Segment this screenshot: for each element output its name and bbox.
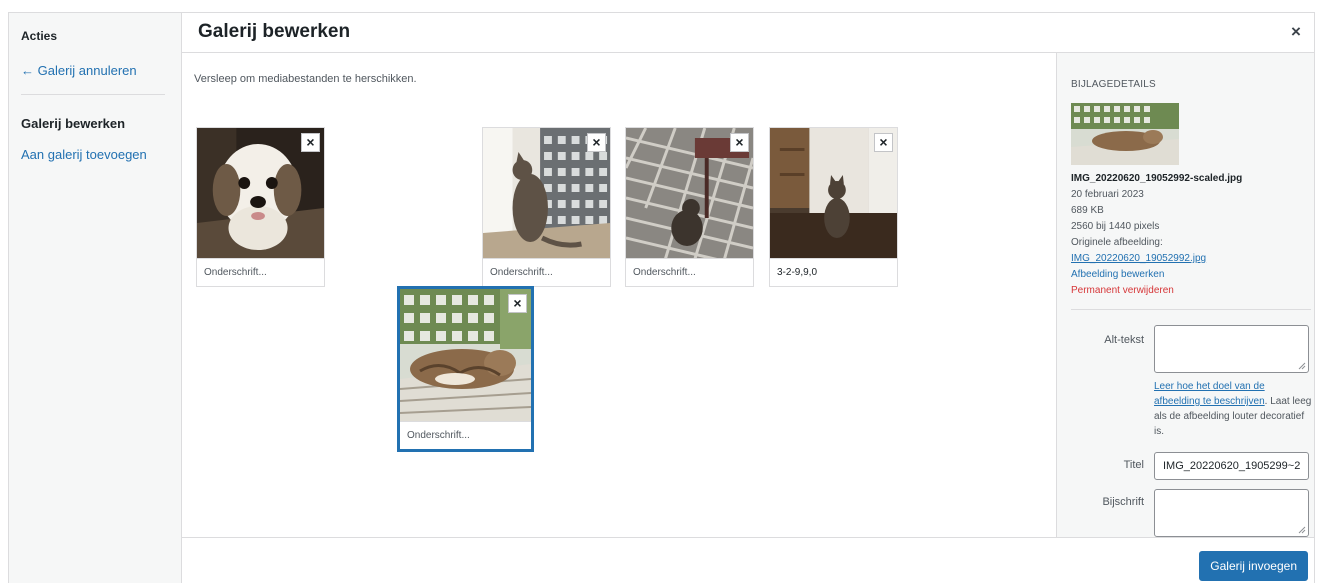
delete-permanently-link[interactable]: Permanent verwijderen (1071, 285, 1174, 296)
attachment-details: Bijlagedetails IMG_20220620_19052992-sca… (1056, 53, 1314, 537)
resize-grip-icon[interactable] (1298, 362, 1306, 370)
modal-footer: Galerij invoegen (182, 537, 1314, 583)
gallery-item[interactable]: × Onderschrift... (625, 127, 754, 287)
sidebar-item-add-to-gallery[interactable]: Aan galerij toevoegen (21, 147, 147, 162)
details-filename: IMG_20220620_19052992-scaled.jpg (1071, 173, 1243, 184)
title-label: Titel (1123, 459, 1144, 471)
gallery-item[interactable]: × Onderschrift... (196, 127, 325, 287)
media-modal: Acties ← Galerij annuleren Galerij bewer… (8, 12, 1315, 583)
caption-field[interactable]: Onderschrift... (626, 258, 753, 286)
details-original-label: Originele afbeelding: (1071, 237, 1163, 248)
details-divider (1071, 309, 1311, 310)
caption-field[interactable]: Onderschrift... (400, 421, 531, 449)
remove-item-button[interactable]: × (301, 133, 320, 152)
cancel-gallery-link[interactable]: ← Galerij annuleren (21, 63, 137, 78)
details-heading: Bijlagedetails (1071, 79, 1156, 90)
caption-field[interactable]: Onderschrift... (483, 258, 610, 286)
resize-grip-icon[interactable] (1298, 526, 1306, 534)
alt-text-help: Leer hoe het doel van de afbeelding te b… (1154, 379, 1312, 439)
close-icon[interactable]: × (1284, 20, 1308, 44)
modal-titlebar: Galerij bewerken × (182, 13, 1314, 53)
details-filesize: 689 KB (1071, 205, 1104, 216)
sidebar-item-edit-gallery[interactable]: Galerij bewerken (21, 116, 125, 131)
sidebar-divider (21, 94, 165, 95)
original-image-link[interactable]: IMG_20220620_19052992.jpg (1071, 253, 1206, 264)
modal-title: Galerij bewerken (198, 21, 351, 42)
gallery-item-selected[interactable]: × Onderschrift... (397, 286, 534, 452)
remove-item-button[interactable]: × (730, 133, 749, 152)
caption-field[interactable]: Onderschrift... (197, 258, 324, 286)
actions-sidebar: Acties ← Galerij annuleren Galerij bewer… (9, 13, 182, 583)
title-field[interactable]: IMG_20220620_1905299~2 (1154, 452, 1309, 480)
actions-heading: Acties (21, 29, 58, 43)
drag-instructions: Versleep om mediabestanden te herschikke… (194, 73, 417, 85)
edit-image-link[interactable]: Afbeelding bewerken (1071, 269, 1164, 280)
details-dimensions: 2560 bij 1440 pixels (1071, 221, 1160, 232)
details-thumbnail (1071, 103, 1179, 165)
caption-textarea[interactable] (1154, 489, 1309, 537)
alt-text-help-link[interactable]: Leer hoe het doel van de afbeelding te b… (1154, 381, 1265, 407)
caption-label: Bijschrift (1102, 496, 1144, 508)
gallery-item[interactable]: × 3-2-9,9,0 (769, 127, 898, 287)
remove-item-button[interactable]: × (508, 294, 527, 313)
alt-text-field[interactable] (1154, 325, 1309, 373)
remove-item-button[interactable]: × (874, 133, 893, 152)
caption-field[interactable]: 3-2-9,9,0 (770, 258, 897, 286)
insert-gallery-button[interactable]: Galerij invoegen (1199, 551, 1308, 581)
remove-item-button[interactable]: × (587, 133, 606, 152)
gallery-content: Versleep om mediabestanden te herschikke… (182, 53, 1056, 537)
alt-text-label: Alt-tekst (1104, 334, 1144, 346)
details-date: 20 februari 2023 (1071, 189, 1144, 200)
gallery-item[interactable]: × Onderschrift... (482, 127, 611, 287)
